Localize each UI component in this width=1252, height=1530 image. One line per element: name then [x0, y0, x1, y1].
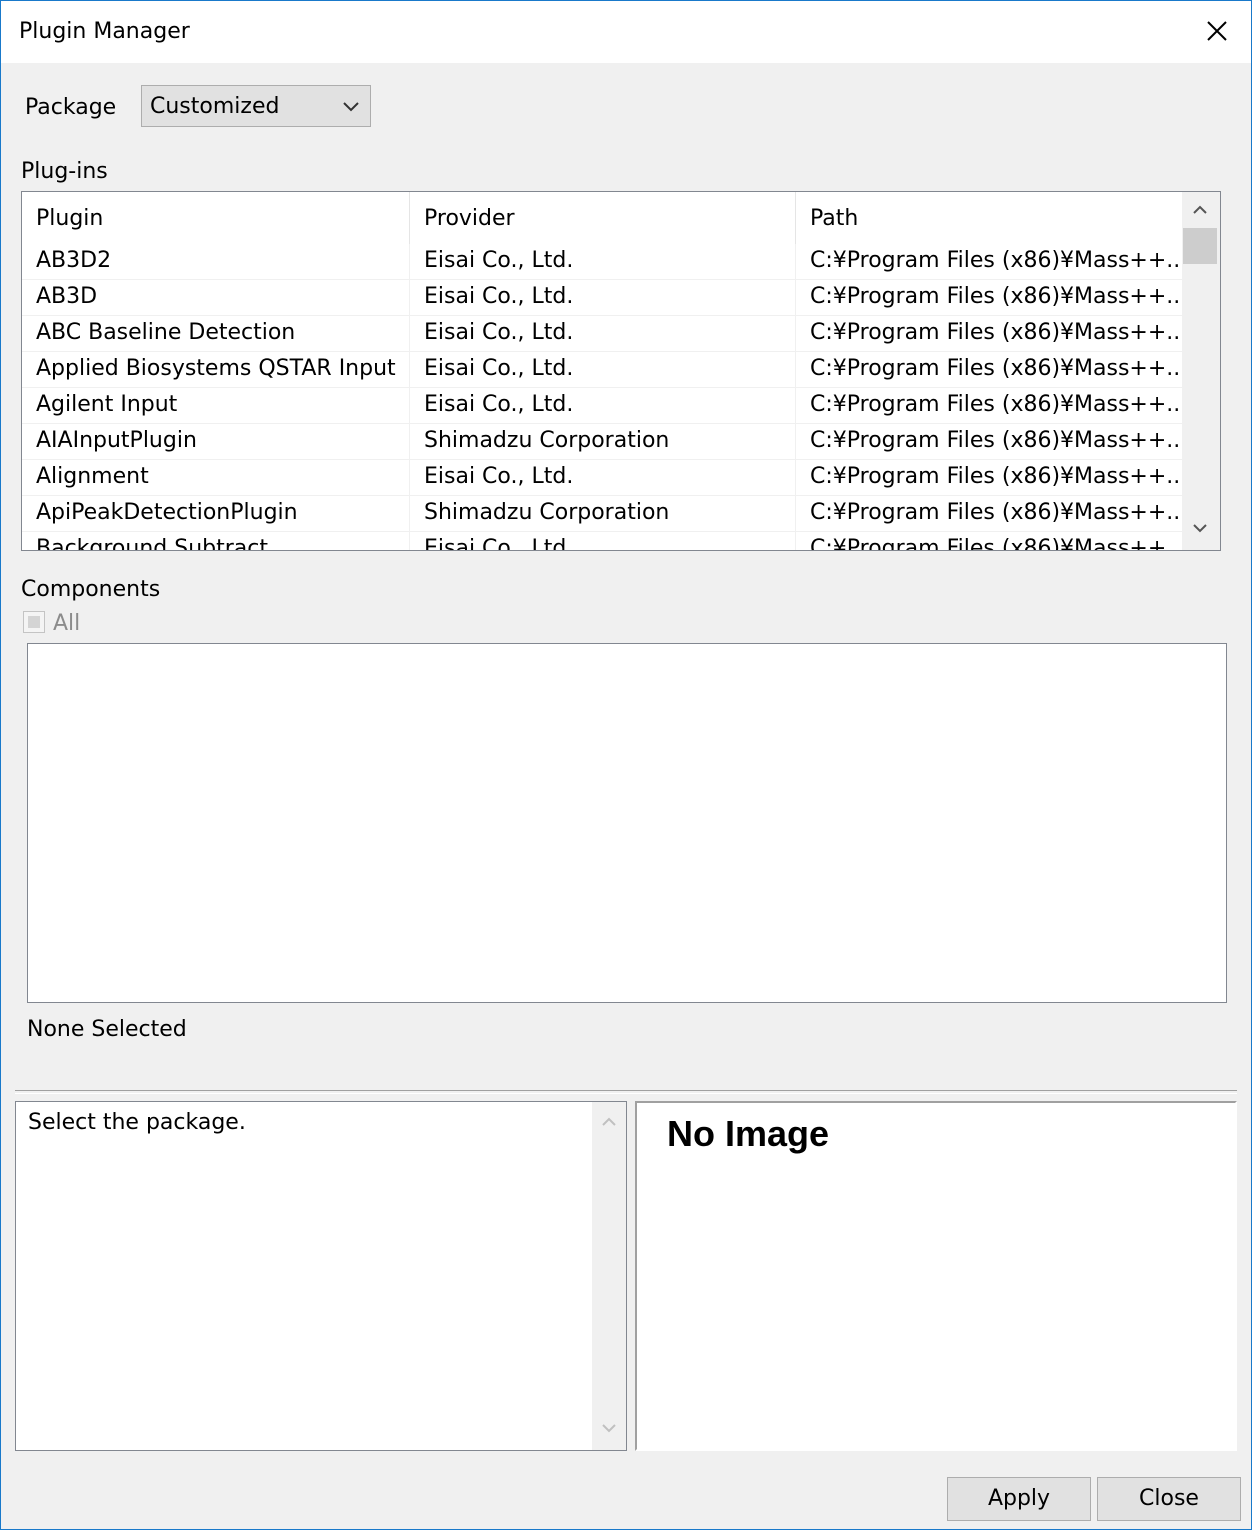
column-header-path[interactable]: Path [796, 192, 1182, 244]
cell-plugin: AB3D [22, 280, 410, 316]
title-bar: Plugin Manager [1, 1, 1251, 63]
cell-plugin: Applied Biosystems QSTAR Input [22, 352, 410, 388]
package-dropdown[interactable]: Customized [141, 85, 371, 127]
package-label: Package [25, 95, 117, 120]
close-icon[interactable] [1197, 11, 1237, 51]
cell-plugin: Alignment [22, 460, 410, 496]
components-status: None Selected [27, 1017, 187, 1042]
column-header-plugin[interactable]: Plugin [22, 192, 410, 244]
package-selected-value: Customized [150, 94, 280, 119]
cell-path: C:¥Program Files (x86)¥Mass++... [810, 356, 1182, 381]
all-checkbox[interactable] [23, 611, 45, 633]
cell-provider: Eisai Co., Ltd. [410, 244, 796, 280]
plugin-manager-dialog: Plugin Manager Package Customized Plug-i… [0, 0, 1252, 1530]
cell-path: C:¥Program Files (x86)¥Mass++... [810, 464, 1182, 489]
plugins-label: Plug-ins [21, 159, 108, 184]
table-row[interactable]: Background Subtract Eisai Co., Ltd. C:¥Pro… [22, 532, 1182, 551]
plugins-list-rows: AB3D2 Eisai Co., Ltd. C:¥Program Files (x8… [22, 244, 1182, 551]
plugins-list-scrollbar[interactable] [1182, 192, 1220, 550]
components-list[interactable] [27, 643, 1227, 1003]
cell-plugin: AB3D2 [22, 244, 410, 280]
no-image-text: No Image [667, 1113, 830, 1154]
cell-provider: Shimadzu Corporation [410, 496, 796, 532]
cell-path: C:¥Program Files (x86)¥Mass++... [810, 536, 1182, 551]
cell-provider: Eisai Co., Ltd. [410, 388, 796, 424]
table-row[interactable]: Alignment Eisai Co., Ltd. C:¥Program Files… [22, 460, 1182, 496]
cell-provider: Eisai Co., Ltd. [410, 532, 796, 550]
cell-path: C:¥Program Files (x86)¥Mass++... [810, 248, 1182, 273]
plugins-list[interactable]: Plugin Provider Path AB3D2 Eisai Co., Ltd… [21, 191, 1221, 551]
cell-path: C:¥Program Files (x86)¥Mass++... [810, 284, 1182, 309]
chevron-up-icon[interactable] [1190, 202, 1210, 221]
table-row[interactable]: AB3D2 Eisai Co., Ltd. C:¥Program Files (x8… [22, 244, 1182, 280]
chevron-down-icon[interactable] [1190, 520, 1210, 539]
chevron-down-icon[interactable] [599, 1420, 619, 1439]
cell-plugin: AIAInputPlugin [22, 424, 410, 460]
separator [15, 1090, 1237, 1094]
cell-provider: Eisai Co., Ltd. [410, 460, 796, 496]
cell-path: C:¥Program Files (x86)¥Mass++... [810, 428, 1182, 453]
cell-path: C:¥Program Files (x86)¥Mass++... [810, 392, 1182, 417]
chevron-up-icon[interactable] [599, 1114, 619, 1133]
cell-plugin: Background Subtract [22, 532, 410, 550]
window-title: Plugin Manager [19, 19, 190, 44]
cell-path: C:¥Program Files (x86)¥Mass++... [810, 500, 1182, 525]
apply-button[interactable]: Apply [947, 1477, 1091, 1521]
description-text: Select the package. [28, 1110, 246, 1135]
plugins-list-header: Plugin Provider Path [22, 192, 1182, 244]
scrollbar-thumb[interactable] [1183, 228, 1217, 264]
chevron-down-icon [342, 98, 360, 117]
all-checkbox-label: All [53, 611, 81, 636]
table-row[interactable]: ABC Baseline Detection Eisai Co., Ltd. C:¥… [22, 316, 1182, 352]
cell-provider: Shimadzu Corporation [410, 424, 796, 460]
table-row[interactable]: AB3D Eisai Co., Ltd. C:¥Program Files (x86… [22, 280, 1182, 316]
components-label: Components [21, 577, 161, 602]
cell-provider: Eisai Co., Ltd. [410, 316, 796, 352]
description-box[interactable]: Select the package. [15, 1101, 627, 1451]
cell-plugin: ABC Baseline Detection [22, 316, 410, 352]
table-row[interactable]: AIAInputPlugin Shimadzu Corporation C:¥Pro… [22, 424, 1182, 460]
table-row[interactable]: Agilent Input Eisai Co., Ltd. C:¥Program F… [22, 388, 1182, 424]
cell-plugin: ApiPeakDetectionPlugin [22, 496, 410, 532]
cell-provider: Eisai Co., Ltd. [410, 280, 796, 316]
cell-path: C:¥Program Files (x86)¥Mass++... [810, 320, 1182, 345]
column-header-provider[interactable]: Provider [410, 192, 796, 244]
table-row[interactable]: Applied Biosystems QSTAR Input Eisai Co.,… [22, 352, 1182, 388]
cell-plugin: Agilent Input [22, 388, 410, 424]
image-preview: No Image [635, 1101, 1237, 1451]
description-scrollbar[interactable] [592, 1102, 626, 1450]
close-button[interactable]: Close [1097, 1477, 1241, 1521]
cell-provider: Eisai Co., Ltd. [410, 352, 796, 388]
table-row[interactable]: ApiPeakDetectionPlugin Shimadzu Corporati… [22, 496, 1182, 532]
